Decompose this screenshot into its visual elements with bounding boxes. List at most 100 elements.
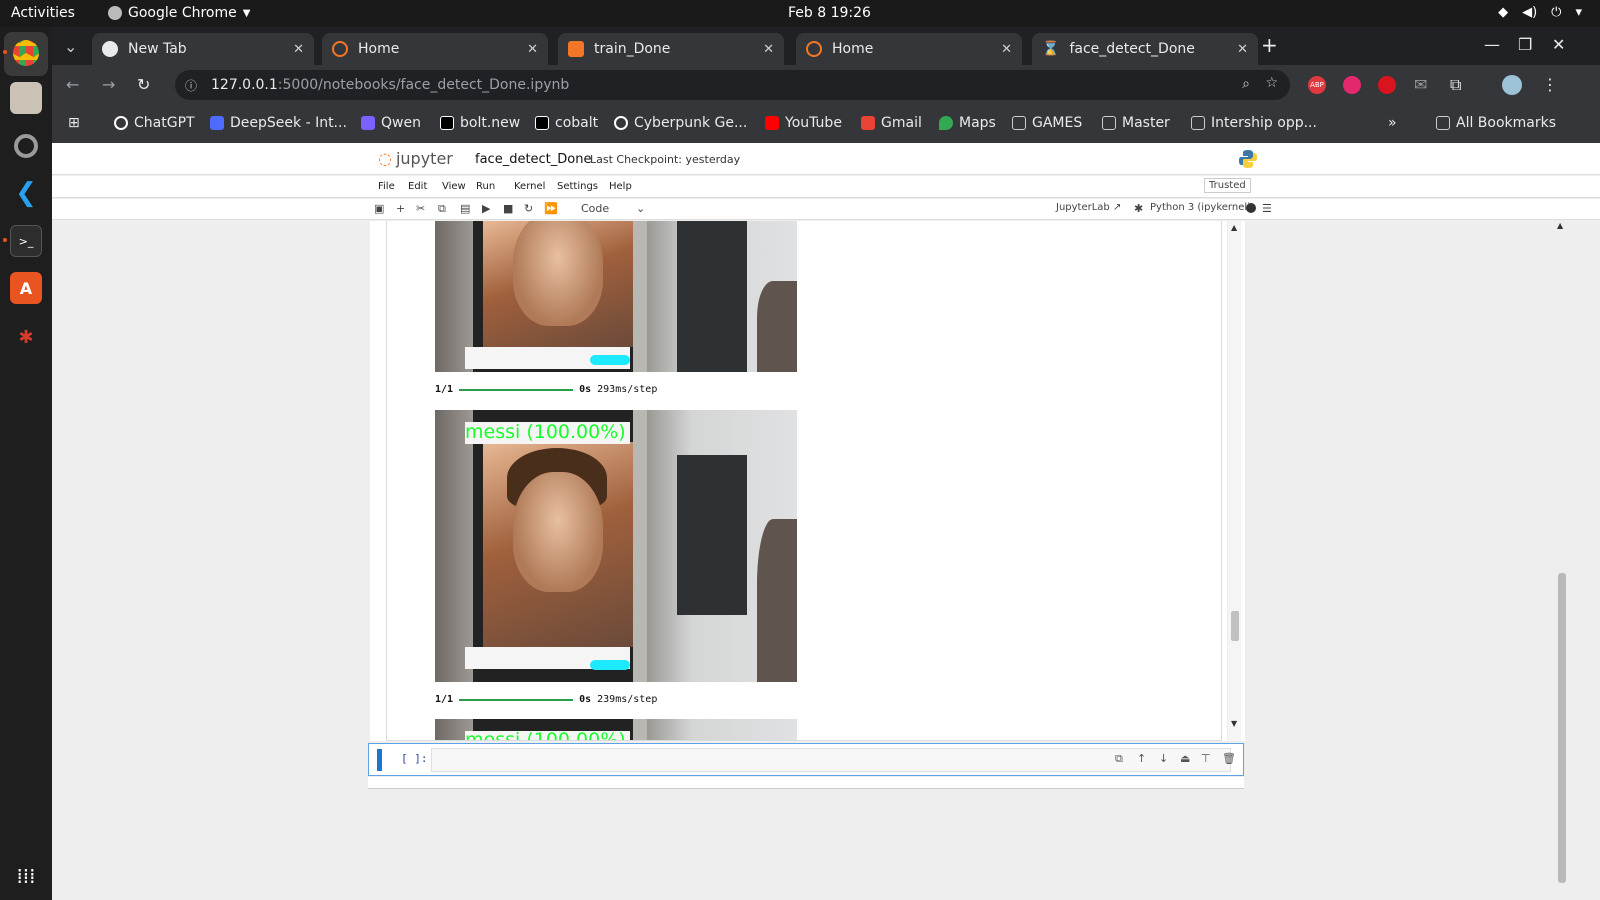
tab-home-2[interactable]: Home ✕ <box>796 33 1022 65</box>
back-button[interactable]: ← <box>66 75 79 94</box>
close-icon[interactable]: ✕ <box>763 42 774 57</box>
menu-settings[interactable]: Settings <box>557 181 598 192</box>
tab-train-done[interactable]: train_Done ✕ <box>558 33 784 65</box>
restore-button[interactable]: ❐ <box>1518 35 1532 54</box>
tab-search-icon[interactable]: ⌄ <box>64 37 77 56</box>
menu-hamburger-icon[interactable]: ☰ <box>1262 202 1272 215</box>
scrollbar-thumb[interactable] <box>1558 573 1566 883</box>
adblock-icon[interactable]: ABP <box>1308 76 1326 94</box>
forward-button[interactable]: → <box>102 75 115 94</box>
jupyter-menu-bar: File Edit View Run Kernel Settings Help … <box>52 176 1600 198</box>
insert-above-icon[interactable]: ⏏ <box>1180 752 1190 765</box>
input-cell[interactable]: [ ]: ⧉ ↑ ↓ ⏏ ⊤ 🗑 <box>368 743 1244 776</box>
duplicate-cell-icon[interactable]: ⧉ <box>1115 752 1123 766</box>
bookmark-deepseek[interactable]: DeepSeek - Int... <box>210 115 347 131</box>
jupyterlab-link[interactable]: JupyterLab ↗ <box>1056 202 1121 213</box>
extension-icon[interactable] <box>1378 76 1396 94</box>
mail-icon[interactable]: ✉ <box>1414 75 1427 94</box>
kernel-name[interactable]: Python 3 (ipykernel) <box>1150 202 1251 213</box>
scroll-down-icon[interactable]: ▼ <box>1231 719 1237 728</box>
zoom-icon[interactable]: ⌕ <box>1242 76 1250 92</box>
activities-button[interactable]: Activities <box>11 5 75 21</box>
paste-icon[interactable]: ▤ <box>460 202 470 215</box>
menu-view[interactable]: View <box>442 181 466 192</box>
trusted-badge[interactable]: Trusted <box>1204 178 1251 193</box>
bookmark-folder-master[interactable]: Master <box>1102 115 1170 131</box>
tab-new-tab[interactable]: New Tab ✕ <box>92 33 314 65</box>
jupyter-icon: ◌ <box>378 149 392 168</box>
cell-type-select[interactable]: Code <box>581 202 609 215</box>
files-icon[interactable] <box>10 82 42 114</box>
bug-icon[interactable]: ✱ <box>10 321 42 353</box>
menu-file[interactable]: File <box>378 181 395 192</box>
tab-face-detect-done[interactable]: ⌛ face_detect_Done ✕ <box>1032 33 1258 65</box>
chevron-down-icon[interactable]: ⌄ <box>636 202 645 215</box>
apps-grid-icon[interactable]: ⊞ <box>68 115 80 131</box>
chrome-dock-icon[interactable] <box>10 37 42 69</box>
bookmark-star-icon[interactable]: ☆ <box>1265 75 1278 91</box>
menu-help[interactable]: Help <box>609 181 632 192</box>
clock[interactable]: Feb 8 19:26 <box>788 5 871 21</box>
bookmark-qwen[interactable]: Qwen <box>361 115 421 131</box>
restart-icon[interactable]: ↻ <box>524 202 533 215</box>
run-all-icon[interactable]: ⏩ <box>544 202 558 215</box>
menu-run[interactable]: Run <box>476 181 495 192</box>
reload-button[interactable]: ↻ <box>137 75 150 94</box>
app-menu[interactable]: Google Chrome ▼ <box>108 5 250 21</box>
debugger-icon[interactable]: ✱ <box>1134 202 1143 215</box>
page-scrollbar[interactable]: ▲ <box>1556 221 1568 883</box>
settings-icon[interactable] <box>10 130 42 162</box>
delete-cell-icon[interactable]: 🗑 <box>1222 752 1236 765</box>
bookmark-folder-games[interactable]: GAMES <box>1012 115 1082 131</box>
site-info-icon[interactable]: ⓘ <box>185 77 197 94</box>
menu-kernel[interactable]: Kernel <box>514 181 545 192</box>
insert-below-icon[interactable]: ⊤ <box>1201 752 1211 765</box>
close-icon[interactable]: ✕ <box>1237 42 1248 57</box>
menu-kebab-icon[interactable]: ⋮ <box>1542 75 1558 94</box>
add-cell-icon[interactable]: + <box>396 202 405 215</box>
tab-home-1[interactable]: Home ✕ <box>322 33 548 65</box>
bookmark-cobalt[interactable]: cobalt <box>535 115 598 131</box>
bookmark-cyberpunk[interactable]: Cyberpunk Ge... <box>614 115 747 131</box>
show-apps-icon[interactable]: ⁞⁞⁞ <box>10 860 42 892</box>
vscode-icon[interactable]: ❮ <box>10 177 42 209</box>
bookmark-folder-intership[interactable]: Intership opp... <box>1191 115 1317 131</box>
terminal-icon[interactable]: >_ <box>10 225 42 257</box>
cut-icon[interactable]: ✂ <box>416 202 425 215</box>
notebook-name[interactable]: face_detect_Done <box>475 152 591 167</box>
app-center-icon[interactable]: A <box>10 272 42 304</box>
stop-icon[interactable]: ■ <box>503 202 513 215</box>
jupyter-logo[interactable]: ◌ jupyter <box>378 149 453 168</box>
extension-icon[interactable] <box>1343 76 1361 94</box>
output-scrollbar[interactable]: ▲ ▼ <box>1227 221 1241 741</box>
scrollbar-thumb[interactable] <box>1231 611 1239 641</box>
close-window-button[interactable]: ✕ <box>1552 35 1565 54</box>
bookmark-maps[interactable]: Maps <box>939 115 996 131</box>
bookmark-bolt[interactable]: bolt.new <box>440 115 520 131</box>
extensions-puzzle-icon[interactable]: ⧉ <box>1450 75 1461 95</box>
close-icon[interactable]: ✕ <box>1001 42 1012 57</box>
scroll-up-icon[interactable]: ▲ <box>1231 223 1237 232</box>
menu-edit[interactable]: Edit <box>408 181 427 192</box>
move-down-icon[interactable]: ↓ <box>1159 752 1168 765</box>
run-icon[interactable]: ▶ <box>482 202 490 215</box>
close-icon[interactable]: ✕ <box>527 42 538 57</box>
more-bookmarks-icon[interactable]: » <box>1388 115 1397 131</box>
new-tab-button[interactable]: + <box>1261 33 1278 57</box>
minimize-button[interactable]: — <box>1484 35 1500 54</box>
bookmark-gmail[interactable]: Gmail <box>861 115 922 131</box>
save-icon[interactable]: ▣ <box>374 202 384 215</box>
code-editor[interactable] <box>431 748 1231 772</box>
bookmark-youtube[interactable]: YouTube <box>765 115 842 131</box>
system-tray[interactable]: ◆ ◀) ⏻ ▾ <box>1498 5 1582 20</box>
move-up-icon[interactable]: ↑ <box>1137 752 1146 765</box>
scroll-up-icon[interactable]: ▲ <box>1557 221 1563 230</box>
address-bar[interactable]: ⓘ 127.0.0.1:5000/notebooks/face_detect_D… <box>175 70 1290 100</box>
all-bookmarks[interactable]: All Bookmarks <box>1436 115 1556 131</box>
bookmark-label: Master <box>1122 115 1170 131</box>
close-icon[interactable]: ✕ <box>293 42 304 57</box>
bookmark-chatgpt[interactable]: ChatGPT <box>114 115 195 131</box>
avatar[interactable] <box>1502 75 1522 95</box>
progress-step: 1/1 <box>435 384 454 395</box>
copy-icon[interactable]: ⧉ <box>438 202 446 216</box>
